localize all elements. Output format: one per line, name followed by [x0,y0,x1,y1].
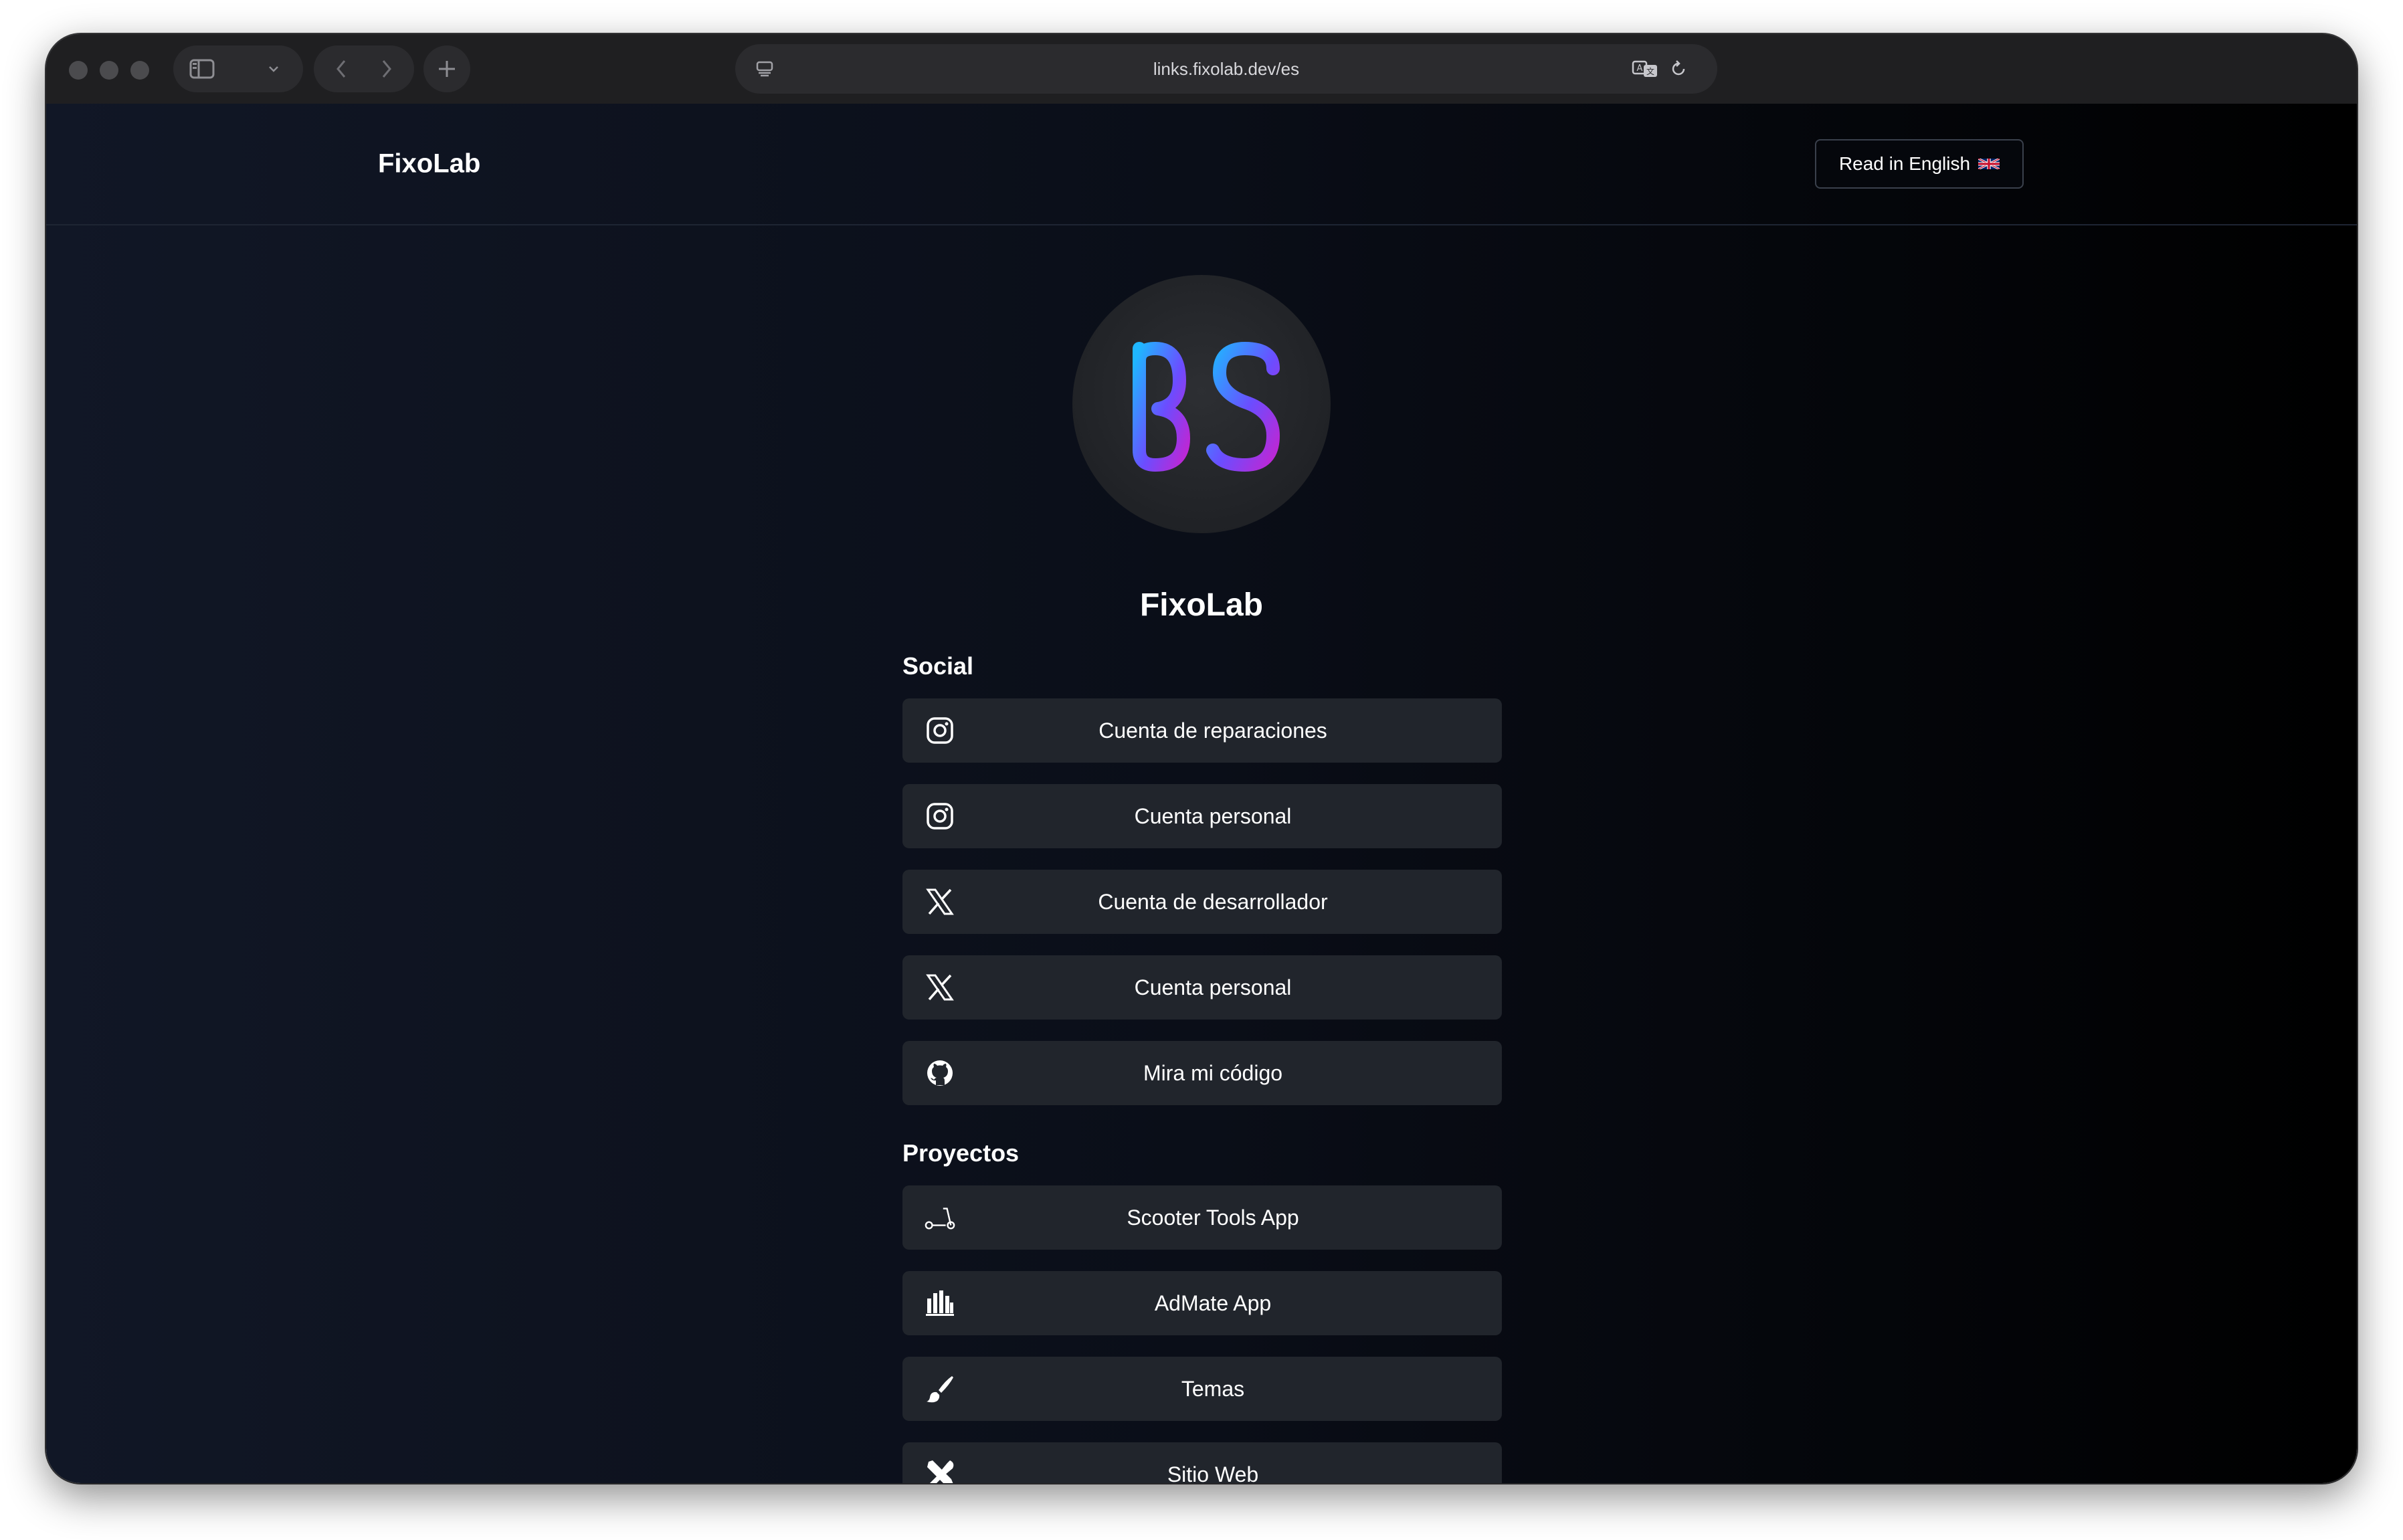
fixolab-logo-icon [1133,342,1280,472]
sidebar-icon [189,59,215,79]
profile-avatar [1072,275,1331,533]
section-title-social: Social [902,652,974,680]
link-label: Temas [1181,1377,1245,1401]
browser-window: links.fixolab.dev/es A 文 FixoLab Read in… [46,34,2357,1483]
link-sitio-web[interactable]: Sitio Web [902,1442,1502,1483]
forward-button[interactable] [370,45,403,92]
chevron-left-icon [337,60,346,78]
link-mira-mi-codigo[interactable]: Mira mi código [902,1041,1502,1105]
link-label: Cuenta personal [1134,975,1292,999]
reload-icon [1672,60,1685,76]
link-label: Cuenta de reparaciones [1098,718,1327,743]
plus-icon [439,61,455,77]
tab-overview-dropdown[interactable] [260,45,287,92]
chevron-right-icon [382,60,391,78]
link-label: Cuenta personal [1134,804,1292,828]
read-in-english-button[interactable]: Read in English [1815,139,2024,189]
back-button[interactable] [324,45,358,92]
sidebar-toggle-group [173,45,303,92]
zoom-window-button[interactable] [130,61,149,80]
link-temas[interactable]: Temas [902,1357,1502,1421]
url-text[interactable]: links.fixolab.dev/es [735,44,1717,94]
link-instagram-cuenta-personal[interactable]: Cuenta personal [902,784,1502,848]
sidebar-toggle-button[interactable] [185,45,219,92]
uk-flag-icon [1978,159,2000,169]
svg-text:文: 文 [1646,66,1654,76]
link-label: Scooter Tools App [1127,1206,1299,1230]
lang-button-label: Read in English [1838,153,1971,174]
translate-button[interactable]: A 文 [1629,44,1661,94]
browser-toolbar: links.fixolab.dev/es A 文 [46,34,2357,104]
new-tab-button[interactable] [423,45,470,92]
reload-button[interactable] [1665,44,1692,94]
minimize-window-button[interactable] [100,61,118,80]
navigation-group [314,45,414,92]
svg-text:A: A [1637,64,1643,74]
chevron-down-icon [269,66,278,72]
link-label: Cuenta de desarrollador [1098,890,1328,914]
link-cuenta-de-reparaciones[interactable]: Cuenta de reparaciones [902,698,1502,763]
site-header: FixoLab Read in English [46,104,2357,225]
link-label: Mira mi código [1143,1061,1283,1085]
address-bar[interactable]: links.fixolab.dev/es A 文 [735,44,1717,94]
link-admate-app[interactable]: AdMate App [902,1271,1502,1335]
translate-icon: A 文 [1632,60,1657,77]
site-brand[interactable]: FixoLab [378,149,480,179]
link-cuenta-de-desarrollador[interactable]: Cuenta de desarrollador [902,870,1502,934]
link-x-cuenta-personal[interactable]: Cuenta personal [902,955,1502,1020]
close-window-button[interactable] [69,61,88,80]
link-label: AdMate App [1154,1291,1272,1315]
link-label: Sitio Web [1167,1462,1259,1483]
section-title-projects: Proyectos [902,1139,1020,1167]
link-scooter-tools-app[interactable]: Scooter Tools App [902,1185,1502,1250]
profile-name: FixoLab [1139,587,1263,623]
